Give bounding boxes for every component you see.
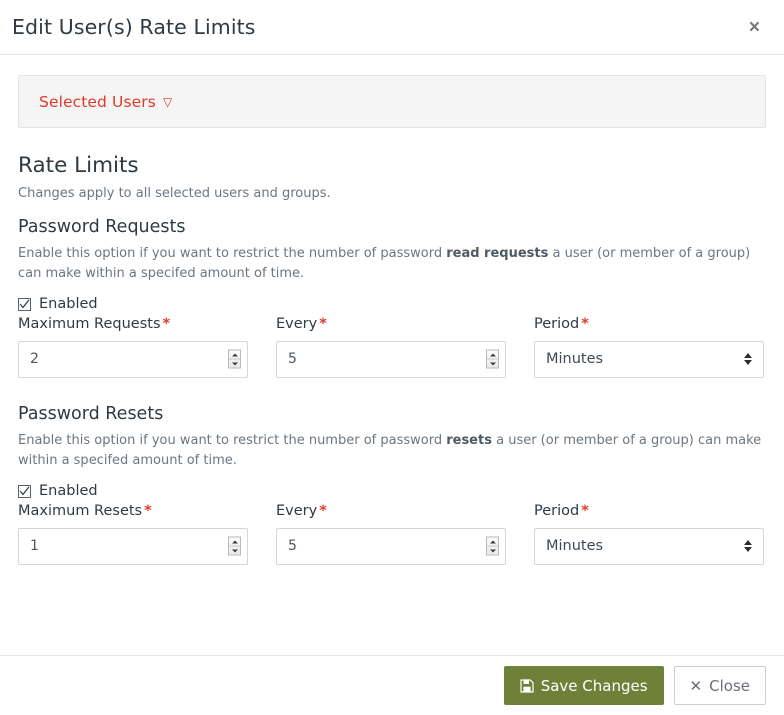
save-changes-button[interactable]: Save Changes xyxy=(503,666,664,705)
maximum-requests-stepper[interactable] xyxy=(228,349,241,369)
every-requests-input[interactable] xyxy=(276,340,506,378)
maximum-resets-label: Maximum Resets * xyxy=(18,502,248,520)
every-resets-label-text: Every xyxy=(276,502,318,519)
password-resets-enabled-checkbox[interactable] xyxy=(18,484,31,498)
maximum-requests-input-wrap xyxy=(18,340,248,378)
required-asterisk: * xyxy=(144,502,152,519)
every-requests-stepper[interactable] xyxy=(486,349,499,369)
stepper-down-icon[interactable] xyxy=(229,547,240,555)
maximum-requests-label-text: Maximum Requests xyxy=(18,315,161,332)
desc-text-emphasis: read requests xyxy=(446,246,549,262)
selected-users-label: Selected Users xyxy=(39,92,156,111)
required-asterisk: * xyxy=(162,315,171,332)
password-requests-fields: Maximum Requests* Every* xyxy=(18,315,766,378)
period-requests-label-text: Period xyxy=(534,315,580,332)
stepper-down-icon[interactable] xyxy=(229,360,240,368)
stepper-up-icon[interactable] xyxy=(229,538,240,547)
stepper-up-icon[interactable] xyxy=(487,538,498,547)
period-requests-select-wrap: Minutes xyxy=(534,340,764,378)
maximum-resets-label-text: Maximum Resets xyxy=(18,502,143,519)
every-requests-label: Every * xyxy=(276,315,506,333)
maximum-resets-input-wrap xyxy=(18,527,248,565)
every-resets-input-wrap xyxy=(276,527,506,565)
desc-text-before: Enable this option if you want to restri… xyxy=(18,246,447,262)
password-resets-fields: Maximum Resets* Every* xyxy=(18,502,766,565)
period-resets-select-wrap: Minutes xyxy=(534,527,764,565)
edit-rate-limits-modal: Edit User(s) Rate Limits × Selected User… xyxy=(0,0,784,715)
period-resets-select[interactable]: Minutes xyxy=(534,527,764,565)
selected-users-accordion[interactable]: Selected Users ▽ xyxy=(18,75,766,128)
rate-limits-heading: Rate Limits xyxy=(18,153,139,178)
every-requests-input-wrap xyxy=(276,340,506,378)
password-requests-heading: Password Requests xyxy=(18,216,186,237)
save-changes-label: Save Changes xyxy=(540,676,648,695)
period-requests-selected-value: Minutes xyxy=(546,351,604,368)
modal-footer: Save Changes ✕ Close xyxy=(0,655,784,715)
modal-body: Selected Users ▽ Rate Limits Changes app… xyxy=(0,55,784,655)
period-requests-field: Period * Minutes xyxy=(534,315,764,378)
maximum-resets-input[interactable] xyxy=(18,527,248,565)
password-requests-enabled-label[interactable]: Enabled xyxy=(39,297,98,312)
maximum-requests-input[interactable] xyxy=(18,340,248,378)
required-asterisk: * xyxy=(319,315,327,332)
every-requests-field: Every * xyxy=(276,315,506,378)
modal-header: Edit User(s) Rate Limits × xyxy=(0,0,784,55)
period-requests-label: Period * xyxy=(534,315,764,333)
save-disk-icon xyxy=(520,678,534,693)
times-icon: ✕ xyxy=(689,676,703,695)
maximum-resets-stepper[interactable] xyxy=(228,536,241,556)
desc-text-emphasis: resets xyxy=(446,432,492,448)
stepper-down-icon[interactable] xyxy=(487,360,498,368)
close-icon[interactable]: × xyxy=(743,14,766,41)
password-resets-enabled-row: Enabled xyxy=(18,484,766,499)
password-resets-description: Enable this option if you want to restri… xyxy=(18,431,766,471)
page-title: Edit User(s) Rate Limits xyxy=(12,14,256,39)
every-resets-input[interactable] xyxy=(276,527,506,565)
every-resets-field: Every * xyxy=(276,502,506,565)
password-requests-enabled-row: Enabled xyxy=(18,297,766,312)
password-requests-enabled-checkbox[interactable] xyxy=(18,298,31,312)
rate-limits-subtitle: Changes apply to all selected users and … xyxy=(18,185,331,201)
chevron-down-icon: ▽ xyxy=(162,94,173,109)
password-requests-description: Enable this option if you want to restri… xyxy=(18,244,766,284)
every-resets-label: Every * xyxy=(276,502,506,520)
close-button[interactable]: ✕ Close xyxy=(673,666,766,705)
maximum-requests-field: Maximum Requests * xyxy=(18,315,248,378)
close-button-label: Close xyxy=(709,676,750,695)
period-resets-selected-value: Minutes xyxy=(546,538,604,555)
stepper-up-icon[interactable] xyxy=(229,351,240,360)
period-resets-field: Period * Minutes xyxy=(534,502,764,565)
password-resets-enabled-label[interactable]: Enabled xyxy=(39,484,98,499)
stepper-up-icon[interactable] xyxy=(487,351,498,360)
maximum-resets-field: Maximum Resets * xyxy=(18,502,248,565)
password-resets-heading: Password Resets xyxy=(18,403,164,424)
required-asterisk: * xyxy=(581,315,589,332)
every-requests-label-text: Every xyxy=(276,315,318,332)
desc-text-before: Enable this option if you want to restri… xyxy=(18,432,447,448)
period-resets-label-text: Period xyxy=(534,502,580,519)
period-resets-label: Period * xyxy=(534,502,764,520)
stepper-down-icon[interactable] xyxy=(487,547,498,555)
required-asterisk: * xyxy=(581,502,589,519)
maximum-requests-label: Maximum Requests * xyxy=(18,315,248,333)
required-asterisk: * xyxy=(319,502,327,519)
every-resets-stepper[interactable] xyxy=(486,536,499,556)
period-requests-select[interactable]: Minutes xyxy=(534,340,764,378)
